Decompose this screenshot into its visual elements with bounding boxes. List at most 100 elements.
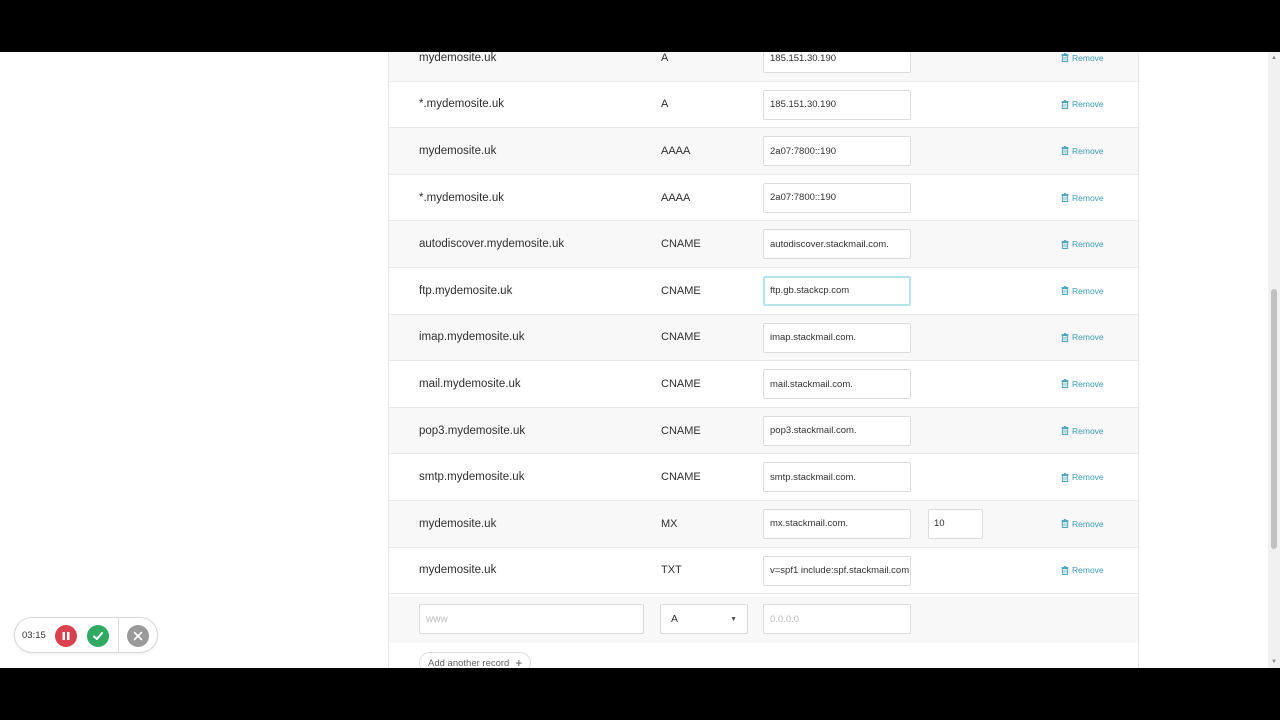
record-name: ftp.mydemosite.uk <box>419 284 513 297</box>
remove-label: Remove <box>1072 239 1104 250</box>
record-name: mydemosite.uk <box>419 144 497 157</box>
remove-label: Remove <box>1072 425 1104 436</box>
record-type: A <box>661 52 669 64</box>
scrollbar-thumb[interactable] <box>1271 289 1277 549</box>
cancel-recording-button[interactable] <box>127 625 149 647</box>
record-priority-input[interactable]: 10 <box>928 508 983 539</box>
dns-record-row: ftp.mydemosite.uk CNAME ftp.gb.stackcp.com… <box>389 268 1138 315</box>
record-name: mydemosite.uk <box>419 564 497 577</box>
dns-record-row: mydemosite.uk A 185.151.30.190 Remove <box>389 52 1138 82</box>
dns-record-row: mydemosite.uk MX mx.stackmail.com. 10 Remove <box>389 500 1138 548</box>
recorder-divider <box>118 618 119 652</box>
remove-label: Remove <box>1072 332 1104 343</box>
record-value-input[interactable]: v=spf1 include:spf.stackmail.com <box>763 555 911 586</box>
trash-icon <box>1061 333 1069 342</box>
remove-record-button[interactable]: Remove <box>1061 548 1104 594</box>
record-value-input[interactable]: 185.151.30.190 <box>763 52 911 73</box>
screen-recorder-controls: 03:15 <box>14 617 158 653</box>
remove-record-button[interactable]: Remove <box>1061 408 1104 454</box>
finish-recording-button[interactable] <box>87 625 109 647</box>
remove-record-button[interactable]: Remove <box>1061 361 1104 407</box>
remove-record-button[interactable]: Remove <box>1061 268 1104 314</box>
scroll-up-arrow-icon[interactable]: ▲ <box>1268 52 1280 64</box>
dns-record-row: mydemosite.uk AAAA 2a07:7800::190 Remove <box>389 128 1138 175</box>
new-record-type-select[interactable]: A ▼ <box>660 604 748 634</box>
trash-icon <box>1061 519 1069 529</box>
record-value-input[interactable]: pop3.stackmail.com. <box>763 415 911 446</box>
trash-icon <box>1061 53 1069 63</box>
record-value-input[interactable]: mail.stackmail.com. <box>763 369 911 400</box>
remove-record-button[interactable]: Remove <box>1061 128 1104 174</box>
record-type: CNAME <box>661 377 701 390</box>
add-another-record-button[interactable]: Add another record + <box>419 652 532 669</box>
new-record-name-input[interactable]: www <box>419 604 644 634</box>
record-value-input[interactable]: ftp.gb.stackcp.com <box>763 275 911 306</box>
record-value-input[interactable]: smtp.stackmail.com. <box>763 462 911 493</box>
page-viewport: mydemosite.uk A 185.151.30.190 Remove *.myde… <box>0 52 1280 668</box>
dns-records-list: mydemosite.uk A 185.151.30.190 Remove *.myde… <box>389 52 1138 595</box>
trash-icon <box>1061 379 1069 389</box>
record-name: *.mydemosite.uk <box>419 98 505 111</box>
record-type: CNAME <box>661 424 701 437</box>
record-name: autodiscover.mydemosite.uk <box>419 238 565 251</box>
new-record-type-value: A <box>671 613 679 625</box>
remove-label: Remove <box>1072 145 1104 156</box>
add-another-record-label: Add another record <box>428 657 510 669</box>
trash-icon <box>1061 566 1069 575</box>
dns-record-row: pop3.mydemosite.uk CNAME pop3.stackmail.co… <box>389 407 1138 455</box>
record-type: CNAME <box>661 284 701 297</box>
trash-icon <box>1061 146 1069 156</box>
record-value-input[interactable]: autodiscover.stackmail.com. <box>763 229 911 260</box>
remove-record-button[interactable]: Remove <box>1061 501 1104 547</box>
dns-record-row: smtp.mydemosite.uk CNAME smtp.stackmail.co… <box>389 454 1138 501</box>
pause-icon <box>62 632 70 640</box>
check-icon <box>93 632 103 640</box>
record-name: mail.mydemosite.uk <box>419 377 521 390</box>
remove-record-button[interactable]: Remove <box>1061 175 1104 221</box>
dns-record-row: imap.mydemosite.uk CNAME imap.stackmail.co… <box>389 314 1138 362</box>
remove-label: Remove <box>1072 565 1104 576</box>
remove-record-button[interactable]: Remove <box>1061 221 1104 267</box>
record-value-input[interactable]: 185.151.30.190 <box>763 89 911 120</box>
dns-record-row: mydemosite.uk TXT v=spf1 include:spf.stack… <box>389 548 1138 595</box>
trash-icon <box>1061 472 1069 482</box>
remove-label: Remove <box>1072 285 1104 296</box>
record-type: AAAA <box>661 144 691 157</box>
record-type: TXT <box>661 564 682 577</box>
record-value-input[interactable]: 2a07:7800::190 <box>763 182 911 213</box>
new-record-value-input[interactable]: 0.0.0.0 <box>763 604 911 634</box>
record-value-input[interactable]: mx.stackmail.com. <box>763 508 911 539</box>
recording-timer: 03:15 <box>22 629 46 641</box>
trash-icon <box>1061 239 1069 249</box>
record-type: MX <box>661 517 678 530</box>
record-value-input[interactable]: imap.stackmail.com. <box>763 322 911 353</box>
record-name: imap.mydemosite.uk <box>419 331 525 344</box>
chevron-down-icon: ▼ <box>730 615 737 623</box>
trash-icon <box>1061 426 1069 435</box>
remove-label: Remove <box>1072 518 1104 529</box>
plus-icon: + <box>515 656 523 668</box>
trash-icon <box>1061 286 1069 296</box>
dns-record-row: *.mydemosite.uk A 185.151.30.190 Remove <box>389 82 1138 129</box>
remove-record-button[interactable]: Remove <box>1061 454 1104 500</box>
dns-record-row: mail.mydemosite.uk CNAME mail.stackmail.co… <box>389 361 1138 408</box>
remove-record-button[interactable]: Remove <box>1061 315 1104 361</box>
remove-label: Remove <box>1072 99 1104 110</box>
record-name: *.mydemosite.uk <box>419 191 505 204</box>
remove-label: Remove <box>1072 378 1104 389</box>
record-type: CNAME <box>661 238 701 251</box>
page-scrollbar[interactable]: ▲ ▼ <box>1268 52 1280 668</box>
scroll-down-arrow-icon[interactable]: ▼ <box>1268 656 1280 668</box>
close-icon <box>133 631 143 641</box>
trash-icon <box>1061 193 1069 202</box>
remove-record-button[interactable]: Remove <box>1061 52 1104 81</box>
pause-recording-button[interactable] <box>55 625 77 647</box>
remove-record-button[interactable]: Remove <box>1061 82 1104 128</box>
new-record-row: www A ▼ 0.0.0.0 <box>389 597 1138 643</box>
record-type: CNAME <box>661 331 701 344</box>
dns-record-row: *.mydemosite.uk AAAA 2a07:7800::190 Remove <box>389 175 1138 222</box>
record-name: mydemosite.uk <box>419 517 497 530</box>
record-type: AAAA <box>661 191 691 204</box>
record-value-input[interactable]: 2a07:7800::190 <box>763 136 911 167</box>
record-name: pop3.mydemosite.uk <box>419 424 526 437</box>
